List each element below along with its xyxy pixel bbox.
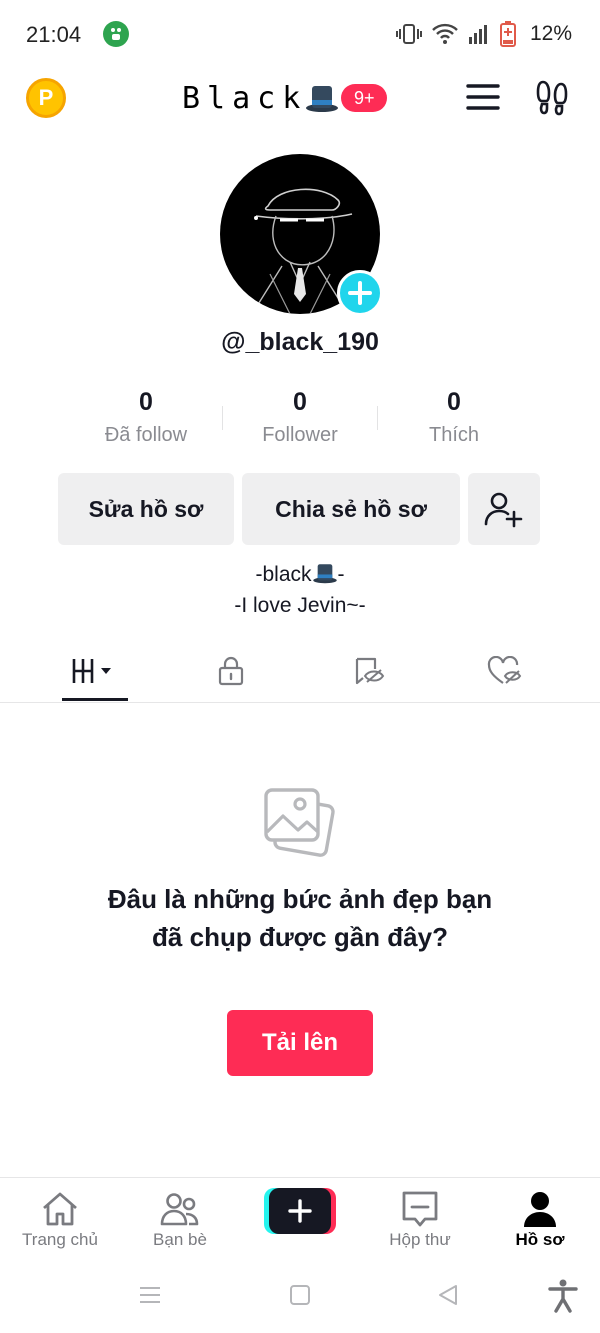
app-notification-icon bbox=[103, 21, 129, 47]
top-hat-emoji-icon bbox=[306, 86, 339, 112]
empty-state-message: Đâu là những bức ảnh đẹp bạn đã chụp đượ… bbox=[107, 884, 493, 952]
tab-private[interactable] bbox=[156, 640, 306, 702]
footprints-icon[interactable] bbox=[534, 78, 572, 116]
home-button-icon[interactable] bbox=[288, 1283, 312, 1307]
stat-likes-label: Thích bbox=[428, 424, 480, 446]
heart-slash-icon bbox=[487, 656, 522, 684]
wifi-icon bbox=[432, 23, 458, 44]
bio-text-1-suffix: - bbox=[337, 563, 345, 586]
battery-icon bbox=[499, 21, 516, 47]
nav-home[interactable]: Trang chủ bbox=[0, 1178, 120, 1260]
page-title: Black bbox=[182, 80, 308, 116]
profile-icon bbox=[524, 1192, 556, 1227]
friends-icon bbox=[160, 1193, 199, 1226]
photos-icon bbox=[264, 788, 335, 857]
edit-profile-button[interactable]: Sửa hồ sơ bbox=[58, 473, 234, 545]
tab-reposts[interactable] bbox=[294, 640, 444, 702]
signal-icon bbox=[468, 25, 487, 44]
bio-line-2: -I love Jevin~- bbox=[234, 594, 366, 617]
stat-divider bbox=[377, 406, 378, 430]
vibrate-icon bbox=[395, 24, 422, 44]
nav-profile[interactable]: Hồ sơ bbox=[480, 1178, 600, 1260]
coin-icon[interactable]: P bbox=[26, 78, 66, 118]
bottom-nav: Trang chủ Bạn bè Hộp thư Hồ sơ bbox=[0, 1177, 600, 1259]
stat-likes-value: 0 bbox=[447, 388, 461, 416]
stat-followers-label: Follower bbox=[262, 424, 338, 446]
stat-following-label: Đã follow bbox=[104, 424, 188, 446]
recent-apps-icon[interactable] bbox=[138, 1283, 162, 1307]
nav-home-label: Trang chủ bbox=[22, 1230, 98, 1249]
username: @_black_190 bbox=[221, 328, 379, 356]
nav-inbox[interactable]: Hộp thư bbox=[360, 1178, 480, 1260]
notification-badge[interactable]: 9+ bbox=[341, 84, 388, 112]
create-button-face bbox=[269, 1188, 331, 1234]
tab-videos[interactable] bbox=[20, 640, 170, 702]
active-tab-indicator bbox=[62, 698, 128, 701]
status-icons: 12% bbox=[395, 20, 572, 48]
home-icon bbox=[43, 1192, 77, 1226]
add-friend-icon bbox=[484, 492, 523, 528]
stat-following-value: 0 bbox=[139, 388, 153, 416]
nav-friends[interactable]: Bạn bè bbox=[120, 1178, 240, 1260]
upload-button[interactable]: Tải lên bbox=[227, 1010, 373, 1076]
nav-inbox-label: Hộp thư bbox=[389, 1230, 451, 1249]
stat-followers[interactable]: 0 Follower bbox=[225, 388, 375, 447]
back-icon[interactable] bbox=[436, 1283, 460, 1307]
nav-profile-label: Hồ sơ bbox=[515, 1230, 565, 1249]
battery-percent: 12% bbox=[529, 22, 572, 45]
eye-slash-icon bbox=[355, 657, 385, 685]
nav-friends-label: Bạn bè bbox=[153, 1230, 207, 1249]
stat-divider bbox=[222, 406, 223, 430]
create-button[interactable] bbox=[264, 1188, 336, 1234]
stat-followers-value: 0 bbox=[293, 388, 307, 416]
status-bar: 21:04 12% bbox=[0, 0, 600, 68]
lock-icon bbox=[218, 656, 244, 686]
status-time: 21:04 bbox=[26, 22, 82, 47]
inbox-icon bbox=[402, 1191, 438, 1227]
plus-icon bbox=[348, 281, 372, 305]
account-switcher[interactable]: Black 9+ bbox=[182, 78, 388, 118]
plus-icon bbox=[288, 1199, 312, 1223]
add-friend-button[interactable] bbox=[468, 473, 540, 545]
grid-icon bbox=[72, 659, 111, 683]
menu-icon[interactable] bbox=[466, 82, 500, 112]
tab-liked[interactable] bbox=[430, 640, 580, 702]
profile-header: P Black 9+ bbox=[0, 68, 600, 128]
share-profile-button[interactable]: Chia sẻ hồ sơ bbox=[242, 473, 460, 545]
bio-line-1: -black - bbox=[0, 562, 600, 587]
bio-text-1: -black bbox=[255, 563, 312, 586]
top-hat-emoji-icon bbox=[312, 564, 337, 584]
stat-following[interactable]: 0 Đã follow bbox=[71, 388, 221, 447]
accessibility-icon[interactable] bbox=[548, 1279, 578, 1313]
system-navigation-bar bbox=[0, 1259, 600, 1333]
coin-letter: P bbox=[38, 85, 54, 110]
content-tabs bbox=[0, 640, 600, 703]
add-avatar-button[interactable] bbox=[337, 270, 383, 316]
stat-likes[interactable]: 0 Thích bbox=[379, 388, 529, 447]
